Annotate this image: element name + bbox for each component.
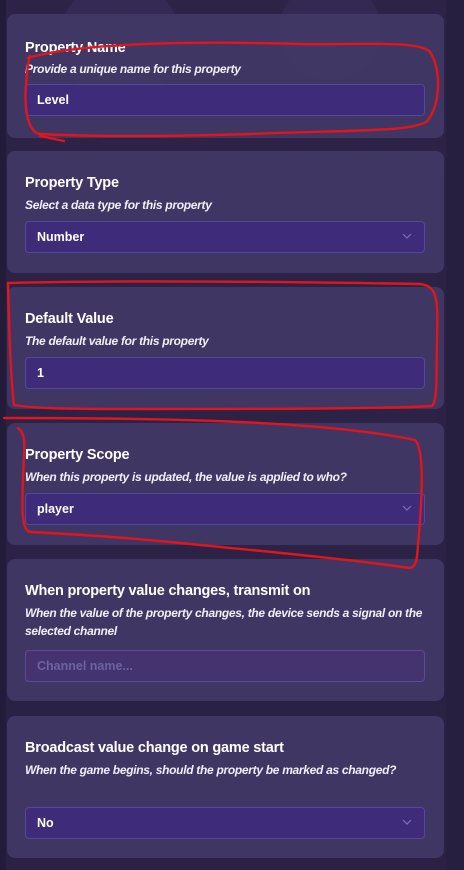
section-description: The default value for this property <box>25 334 209 348</box>
section-description: Select a data type for this property <box>25 198 212 212</box>
default-value-section: Default Value The default value for this… <box>7 287 444 409</box>
section-description: When the value of the property changes, … <box>25 606 423 638</box>
left-edge <box>0 0 6 870</box>
broadcast-dropdown[interactable]: No <box>25 807 425 839</box>
chevron-down-icon <box>402 505 412 511</box>
section-description: When this property is updated, the value… <box>25 470 347 484</box>
dropdown-value: player <box>37 502 74 516</box>
default-value-input[interactable]: 1 <box>25 357 425 389</box>
section-title: Broadcast value change on game start <box>25 740 284 756</box>
section-description: Provide a unique name for this property <box>25 62 241 76</box>
property-name-input[interactable]: Level <box>25 84 425 116</box>
section-title: Property Scope <box>25 447 130 463</box>
section-title: When property value changes, transmit on <box>25 583 311 599</box>
broadcast-on-start-section: Broadcast value change on game start Whe… <box>7 716 444 858</box>
section-title: Property Type <box>25 175 119 191</box>
section-title: Property Name <box>25 40 126 56</box>
property-scope-section: Property Scope When this property is upd… <box>7 423 444 545</box>
transmit-channel-section: When property value changes, transmit on… <box>7 559 444 701</box>
section-title: Default Value <box>25 311 114 327</box>
scrollbar-track[interactable] <box>446 0 464 870</box>
property-type-section: Property Type Select a data type for thi… <box>7 151 444 273</box>
chevron-down-icon <box>402 819 412 825</box>
section-description: When the game begins, should the propert… <box>25 763 397 777</box>
channel-name-input[interactable]: Channel name... <box>25 650 425 682</box>
dropdown-value: No <box>37 816 54 830</box>
chevron-down-icon <box>402 233 412 239</box>
property-name-section: Property Name Provide a unique name for … <box>7 14 444 138</box>
dropdown-value: Number <box>37 230 85 244</box>
property-type-dropdown[interactable]: Number <box>25 221 425 253</box>
property-scope-dropdown[interactable]: player <box>25 493 425 525</box>
